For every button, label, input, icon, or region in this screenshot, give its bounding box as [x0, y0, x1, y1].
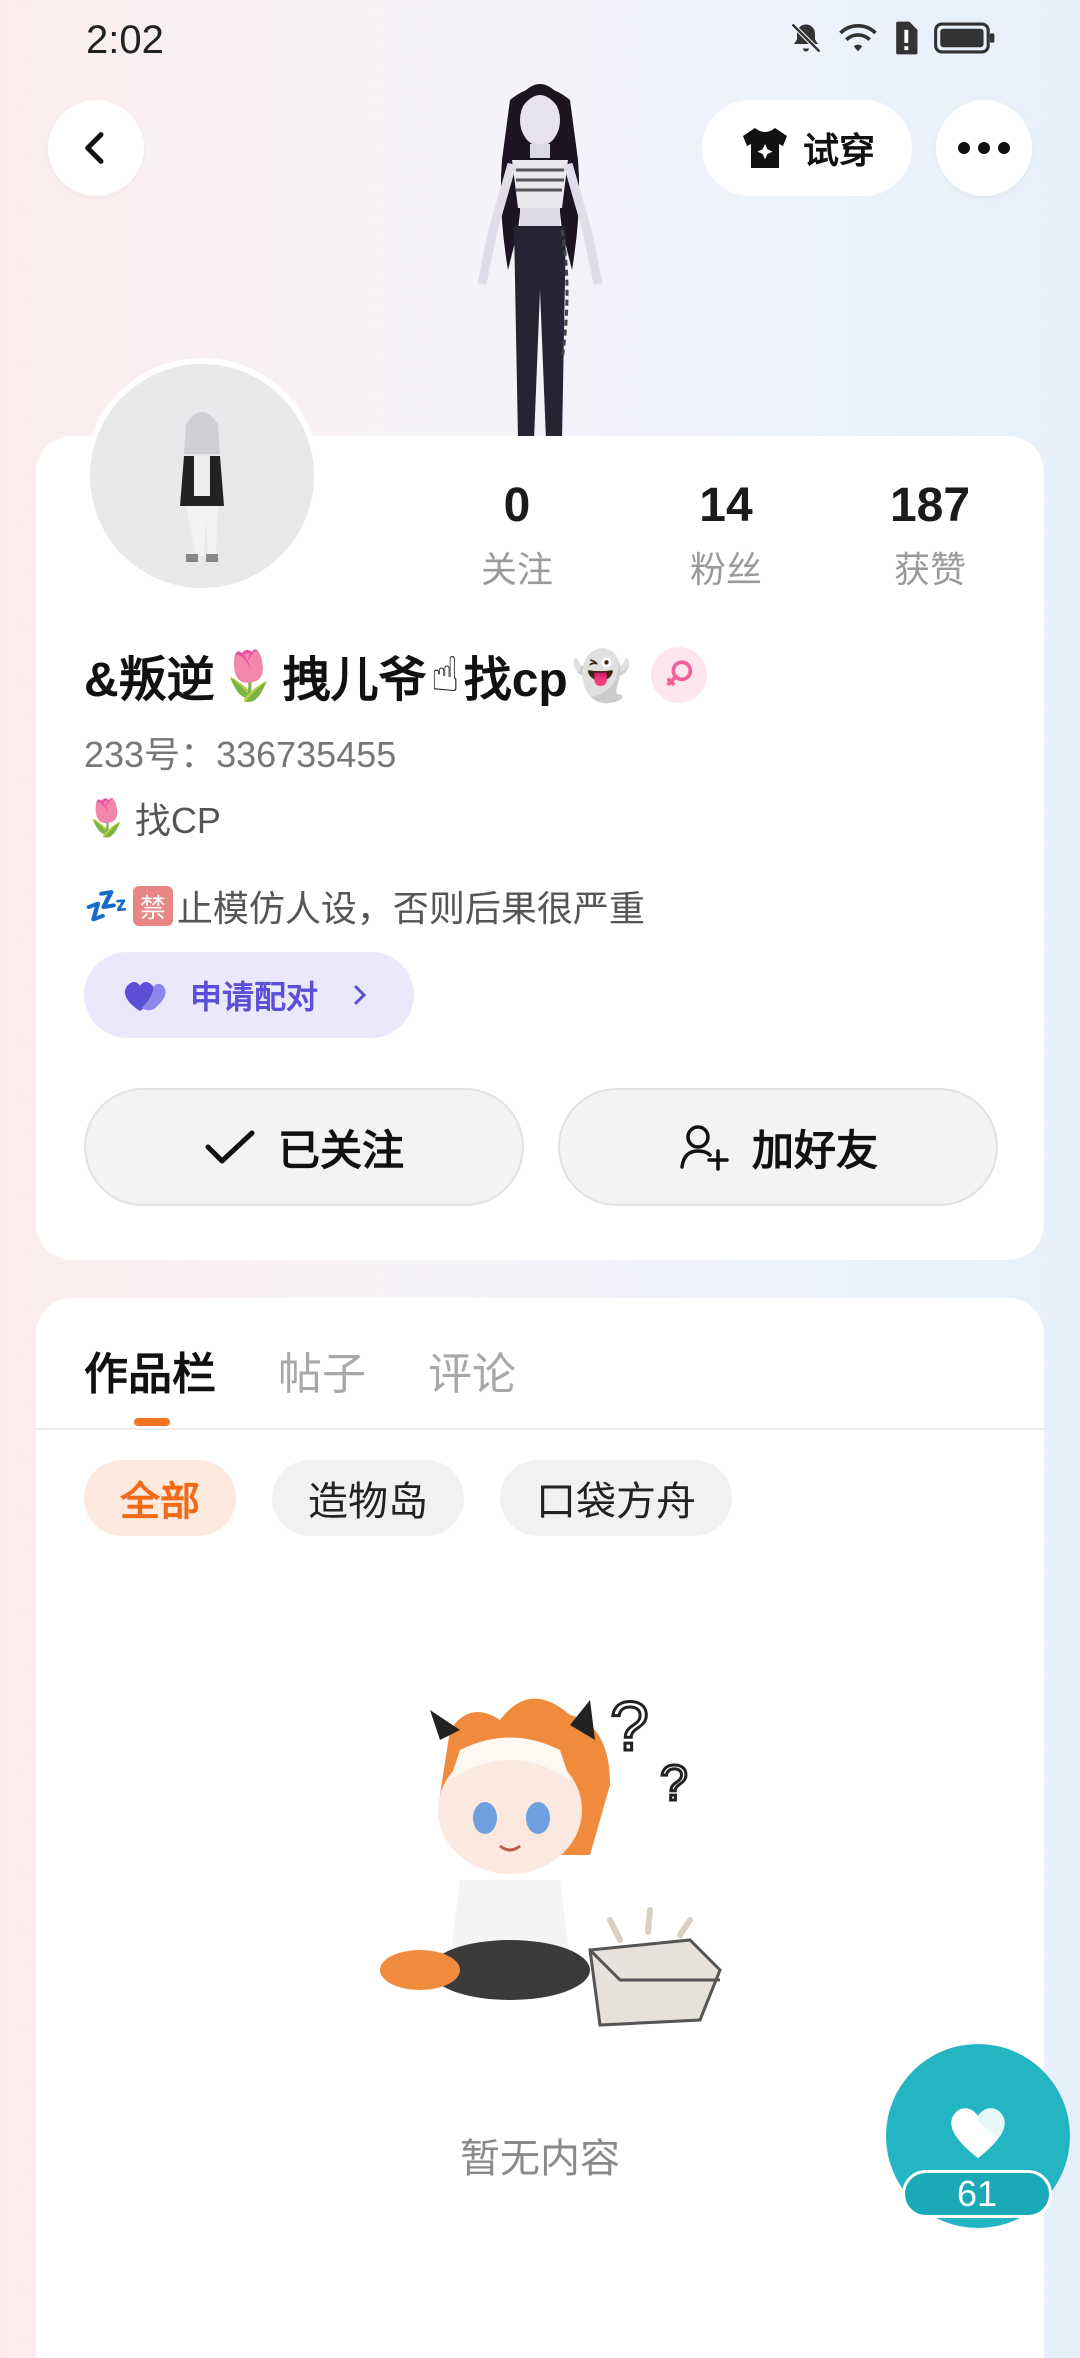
status-icons	[788, 20, 996, 56]
filter-chips: 全部 造物岛 口袋方舟	[84, 1460, 732, 1536]
bio-emoji: 💤	[84, 885, 129, 926]
name-emoji: 👻	[571, 649, 632, 703]
name-emoji: ☝	[430, 649, 460, 702]
apply-pair-button[interactable]: 申请配对	[84, 952, 414, 1038]
like-count: 61	[902, 2170, 1052, 2218]
add-friend-label: 加好友	[751, 1126, 878, 1174]
add-friend-button[interactable]: 加好友	[558, 1088, 998, 1206]
active-tab-indicator	[134, 1418, 170, 1426]
battery-icon	[934, 22, 995, 54]
chip-creation-island[interactable]: 造物岛	[272, 1460, 464, 1536]
likes-label: 获赞	[893, 549, 966, 590]
fans-count: 14	[699, 479, 753, 532]
more-options-button[interactable]	[936, 100, 1032, 196]
profile-bio: 💤 禁 止模仿人设，否则后果很严重	[84, 880, 645, 932]
profile-name: &叛逆 🌷 拽儿爷 ☝ 找cp 👻	[84, 640, 708, 710]
tshirt-icon	[742, 128, 787, 168]
avatar-character-figure	[477, 84, 603, 440]
double-heart-icon	[124, 982, 166, 1011]
likes-stat: 187 获赞	[850, 478, 1010, 593]
chevron-left-icon	[85, 132, 104, 164]
tag-emoji: 🌷	[84, 797, 129, 838]
more-dots-icon	[958, 142, 1010, 154]
female-gender-icon	[651, 647, 708, 703]
svg-text:?: ?	[610, 1687, 649, 1765]
mute-bell-icon	[790, 22, 822, 54]
name-part: 拽儿爷	[282, 654, 427, 707]
try-on-button[interactable]: 试穿	[702, 100, 912, 196]
chevron-right-icon	[354, 985, 367, 1005]
svg-text:?: ?	[660, 1755, 688, 1811]
fans-stat[interactable]: 14 粉丝	[646, 478, 806, 593]
profile-tag: 🌷 找CP	[84, 792, 221, 844]
ban-badge: 禁	[132, 886, 173, 926]
empty-state-illustration: ? ?	[380, 1686, 722, 2027]
bio-text: 止模仿人设，否则后果很严重	[176, 888, 645, 929]
heart-icon	[951, 2108, 1005, 2159]
sim-alert-icon	[896, 21, 918, 55]
following-button[interactable]: 已关注	[84, 1088, 524, 1206]
name-part: &叛逆	[84, 654, 215, 707]
tab-comments[interactable]: 评论	[428, 1338, 516, 1402]
like-fab[interactable]: 61	[886, 2044, 1070, 2228]
apply-pair-label: 申请配对	[190, 979, 319, 1015]
fans-label: 粉丝	[689, 549, 762, 590]
checkmark-icon	[205, 1130, 255, 1164]
avatar[interactable]	[84, 358, 320, 594]
status-bar: 2:02	[0, 0, 1080, 84]
status-time: 2:02	[86, 18, 164, 62]
add-user-icon	[680, 1125, 729, 1171]
name-part: 找cp	[463, 654, 568, 707]
following-stat[interactable]: 0 关注	[437, 478, 597, 593]
name-emoji: 🌷	[218, 649, 279, 703]
content-tabs: 作品栏 帖子 评论	[84, 1338, 516, 1402]
following-button-label: 已关注	[277, 1126, 404, 1174]
avatar-figure-image	[180, 412, 224, 562]
following-count: 0	[503, 479, 531, 532]
tab-works[interactable]: 作品栏	[84, 1338, 216, 1402]
tab-posts[interactable]: 帖子	[278, 1338, 366, 1402]
likes-count: 187	[889, 479, 971, 532]
tabs-divider	[36, 1428, 1044, 1430]
chip-pocket-ark[interactable]: 口袋方舟	[500, 1460, 732, 1536]
following-label: 关注	[480, 549, 553, 590]
user-id: 233号：336735455	[84, 734, 397, 775]
wifi-icon	[839, 24, 877, 52]
chip-all[interactable]: 全部	[84, 1460, 236, 1536]
back-button[interactable]	[48, 100, 144, 196]
tag-text: 找CP	[134, 800, 221, 841]
try-on-label: 试穿	[802, 130, 875, 171]
